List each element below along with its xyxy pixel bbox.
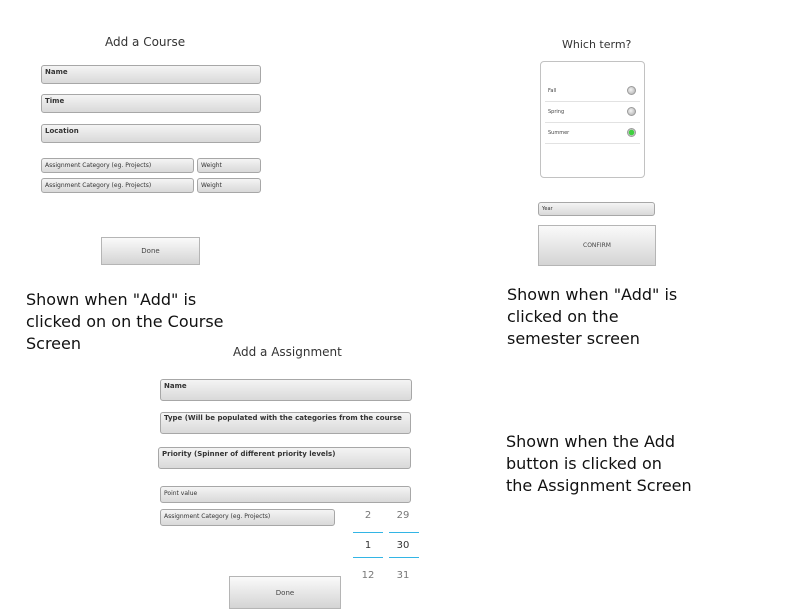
priority-spinner[interactable]: Priority (Spinner of different priority … — [158, 447, 411, 469]
assignment-done-button[interactable]: Done — [229, 576, 341, 609]
assignment-category-field-2[interactable]: Assignment Category (eg. Projects) — [41, 178, 194, 193]
assignment-name-field[interactable]: Name — [160, 379, 412, 401]
semester-screen-note: Shown when "Add" is clicked on the semes… — [507, 285, 678, 348]
term-options-list: Fall Spring Summer — [540, 61, 645, 178]
confirm-button[interactable]: CONFIRM — [538, 225, 656, 266]
radio-unchecked-icon[interactable] — [627, 107, 636, 116]
course-location-field[interactable]: Location — [41, 124, 261, 143]
weight-field-1[interactable]: Weight — [197, 158, 261, 173]
assignment-screen-note: Shown when the Add button is clicked on … — [506, 432, 692, 495]
course-name-field[interactable]: Name — [41, 65, 261, 84]
picker-col1-next[interactable]: 12 — [355, 570, 381, 581]
term-option-fall[interactable]: Fall — [545, 81, 640, 102]
term-option-label: Fall — [548, 88, 557, 94]
assignment-category-field[interactable]: Assignment Category (eg. Projects) — [160, 509, 335, 526]
picker-col2-next[interactable]: 31 — [390, 570, 416, 581]
term-option-summer[interactable]: Summer — [545, 123, 640, 144]
picker-col2-divider-bottom — [389, 557, 419, 558]
picker-col1-divider-bottom — [353, 557, 383, 558]
add-course-title: Add a Course — [105, 35, 186, 49]
radio-unchecked-icon[interactable] — [627, 86, 636, 95]
assignment-category-field-1[interactable]: Assignment Category (eg. Projects) — [41, 158, 194, 173]
picker-col1-prev[interactable]: 2 — [355, 510, 381, 521]
picker-col2-prev[interactable]: 29 — [390, 510, 416, 521]
picker-col2-divider-top — [389, 532, 419, 533]
add-assignment-title: Add a Assignment — [233, 345, 342, 359]
assignment-type-field[interactable]: Type (Will be populated with the categor… — [160, 412, 411, 434]
which-term-title: Which term? — [562, 38, 632, 51]
term-option-label: Summer — [548, 130, 570, 136]
weight-field-2[interactable]: Weight — [197, 178, 261, 193]
term-option-spring[interactable]: Spring — [545, 102, 640, 123]
picker-col1-current[interactable]: 1 — [355, 540, 381, 551]
picker-col2-current[interactable]: 30 — [390, 540, 416, 551]
point-value-field[interactable]: Point value — [160, 486, 411, 503]
year-input[interactable]: Year — [538, 202, 655, 216]
picker-col1-divider-top — [353, 532, 383, 533]
radio-checked-icon[interactable] — [627, 128, 636, 137]
term-option-label: Spring — [548, 109, 565, 115]
course-time-field[interactable]: Time — [41, 94, 261, 113]
course-done-button[interactable]: Done — [101, 237, 200, 265]
